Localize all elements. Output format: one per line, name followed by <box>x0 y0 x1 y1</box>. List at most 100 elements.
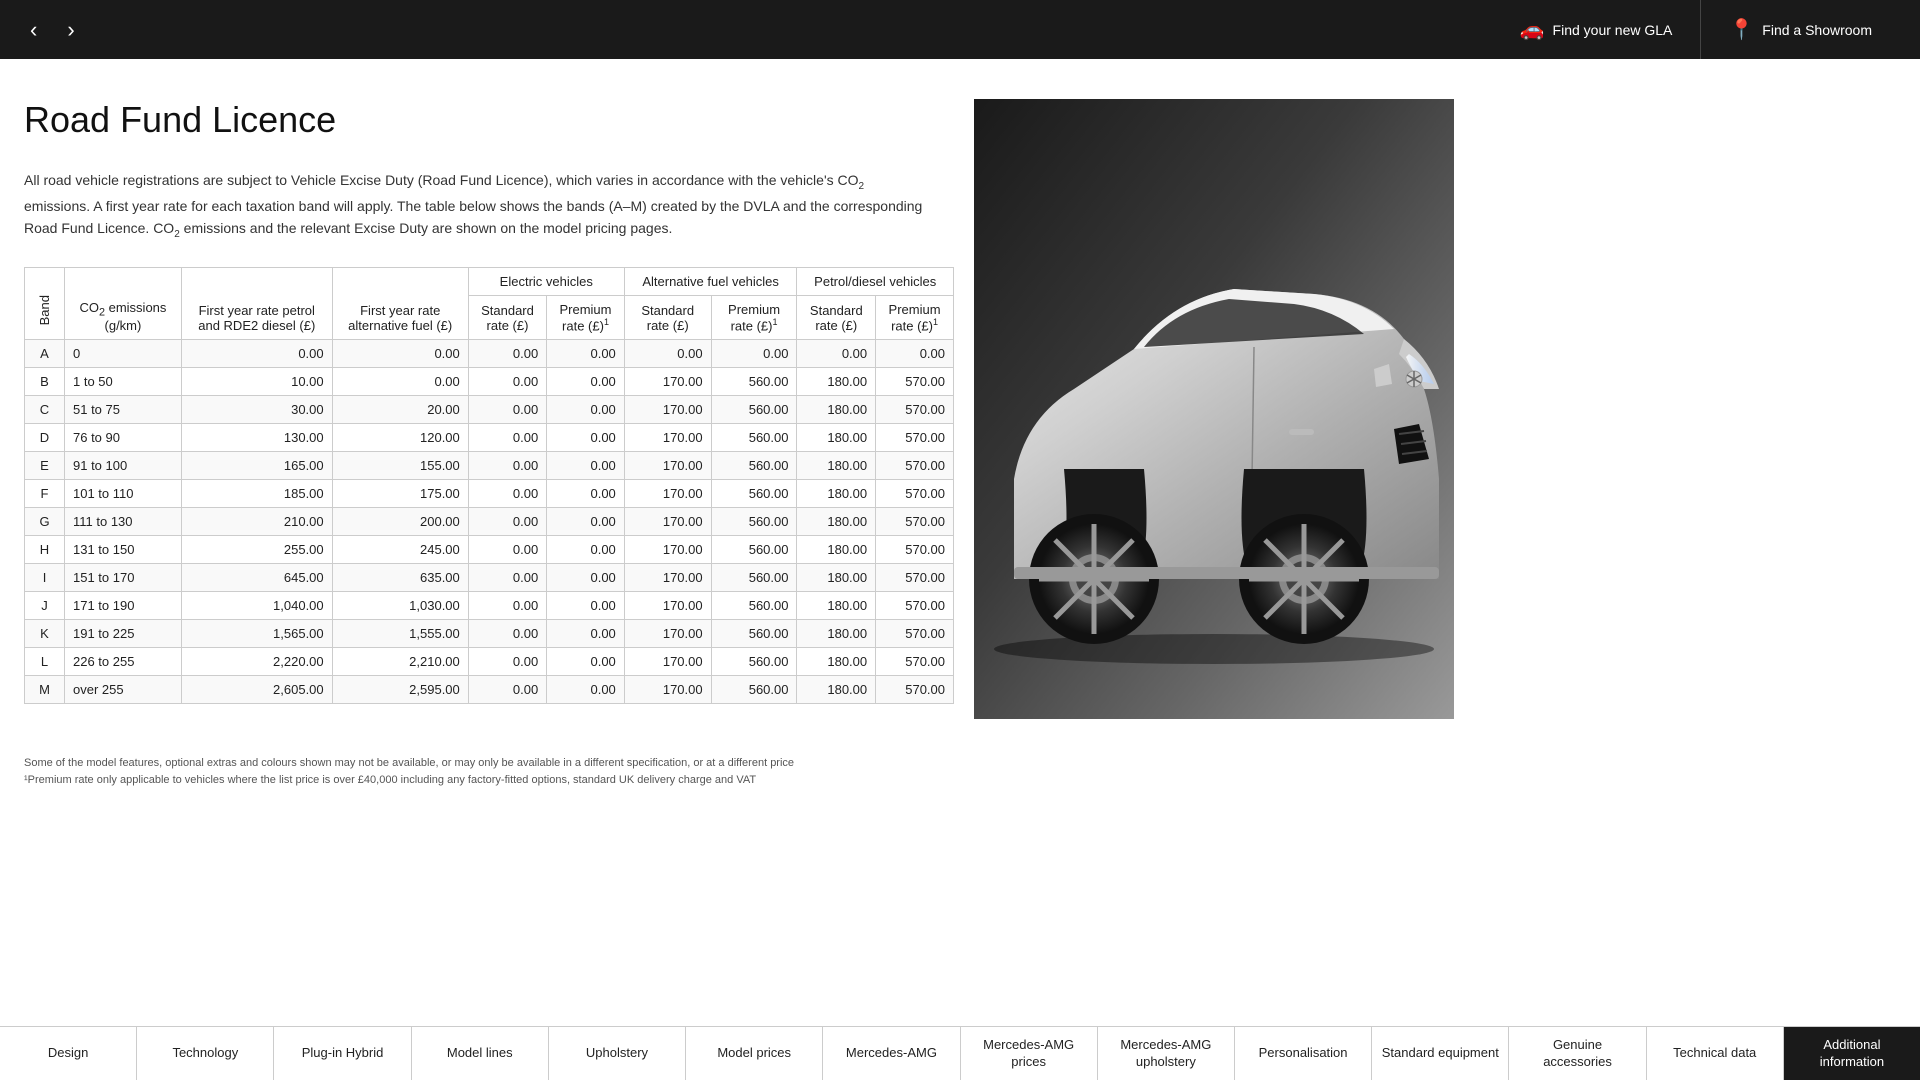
table-row: G 111 to 130 210.00 200.00 0.00 0.00 170… <box>25 508 954 536</box>
cell-band: D <box>25 424 65 452</box>
cell-ev-prem: 0.00 <box>547 620 625 648</box>
cell-af-std: 170.00 <box>624 480 711 508</box>
table-row: F 101 to 110 185.00 175.00 0.00 0.00 170… <box>25 480 954 508</box>
nav-upholstery[interactable]: Upholstery <box>549 1027 686 1080</box>
cell-pd-std: 180.00 <box>797 676 876 704</box>
cell-pd-std: 0.00 <box>797 340 876 368</box>
page-title: Road Fund Licence <box>24 99 954 141</box>
find-showroom-label: Find a Showroom <box>1762 22 1872 38</box>
cell-ev-prem: 0.00 <box>547 452 625 480</box>
cell-ev-std: 0.00 <box>468 480 546 508</box>
nav-mercedes-amg-prices[interactable]: Mercedes-AMG prices <box>961 1027 1098 1080</box>
cell-alt: 245.00 <box>332 536 468 564</box>
cell-co2: 51 to 75 <box>65 396 182 424</box>
find-new-gla-button[interactable]: 🚗 Find your new GLA <box>1492 0 1701 59</box>
nav-personalisation[interactable]: Personalisation <box>1235 1027 1372 1080</box>
cell-pd-std: 180.00 <box>797 620 876 648</box>
group-alt: Alternative fuel vehicles <box>624 267 797 295</box>
cell-petrol: 210.00 <box>181 508 332 536</box>
cell-pd-prem: 570.00 <box>876 396 954 424</box>
nav-mercedes-amg-upholstery[interactable]: Mercedes-AMG upholstery <box>1098 1027 1235 1080</box>
cell-pd-std: 180.00 <box>797 452 876 480</box>
nav-technical-data[interactable]: Technical data <box>1647 1027 1784 1080</box>
cell-af-std: 170.00 <box>624 396 711 424</box>
cell-pd-std: 180.00 <box>797 508 876 536</box>
cell-af-std: 170.00 <box>624 368 711 396</box>
cell-pd-prem: 570.00 <box>876 480 954 508</box>
cell-pd-prem: 570.00 <box>876 424 954 452</box>
cell-ev-std: 0.00 <box>468 452 546 480</box>
cell-ev-prem: 0.00 <box>547 480 625 508</box>
cell-ev-std: 0.00 <box>468 564 546 592</box>
cell-co2: 191 to 225 <box>65 620 182 648</box>
cell-alt: 200.00 <box>332 508 468 536</box>
car-image <box>974 99 1454 719</box>
cell-ev-std: 0.00 <box>468 648 546 676</box>
cell-af-std: 170.00 <box>624 648 711 676</box>
nav-mercedes-amg[interactable]: Mercedes-AMG <box>823 1027 960 1080</box>
intro-text: All road vehicle registrations are subje… <box>24 169 924 243</box>
nav-standard-equipment[interactable]: Standard equipment <box>1372 1027 1509 1080</box>
nav-genuine-accessories[interactable]: Genuine accessories <box>1509 1027 1646 1080</box>
cell-alt: 155.00 <box>332 452 468 480</box>
nav-model-lines[interactable]: Model lines <box>412 1027 549 1080</box>
cell-pd-std: 180.00 <box>797 648 876 676</box>
next-button[interactable]: › <box>57 11 84 49</box>
nav-technology[interactable]: Technology <box>137 1027 274 1080</box>
cell-pd-std: 180.00 <box>797 424 876 452</box>
cell-ev-prem: 0.00 <box>547 564 625 592</box>
table-row: B 1 to 50 10.00 0.00 0.00 0.00 170.00 56… <box>25 368 954 396</box>
cell-ev-prem: 0.00 <box>547 648 625 676</box>
cell-ev-prem: 0.00 <box>547 536 625 564</box>
cell-af-std: 170.00 <box>624 592 711 620</box>
cell-petrol: 1,040.00 <box>181 592 332 620</box>
nav-plugin-hybrid[interactable]: Plug-in Hybrid <box>274 1027 411 1080</box>
nav-model-prices[interactable]: Model prices <box>686 1027 823 1080</box>
cell-af-prem: 560.00 <box>711 620 797 648</box>
cell-af-prem: 560.00 <box>711 508 797 536</box>
content-left: Road Fund Licence All road vehicle regis… <box>24 99 974 719</box>
road-fund-table: Band CO2 emissions(g/km) First year rate… <box>24 267 954 704</box>
cell-co2: 151 to 170 <box>65 564 182 592</box>
cell-petrol: 1,565.00 <box>181 620 332 648</box>
cell-alt: 635.00 <box>332 564 468 592</box>
ev-standard-header: Standardrate (£) <box>468 295 546 339</box>
cell-co2: 0 <box>65 340 182 368</box>
cell-alt: 2,210.00 <box>332 648 468 676</box>
cell-petrol: 0.00 <box>181 340 332 368</box>
cell-petrol: 165.00 <box>181 452 332 480</box>
cell-petrol: 30.00 <box>181 396 332 424</box>
cell-co2: 171 to 190 <box>65 592 182 620</box>
cell-co2: over 255 <box>65 676 182 704</box>
cell-pd-prem: 570.00 <box>876 592 954 620</box>
nav-design[interactable]: Design <box>0 1027 137 1080</box>
cell-petrol: 255.00 <box>181 536 332 564</box>
cell-band: B <box>25 368 65 396</box>
table-row: K 191 to 225 1,565.00 1,555.00 0.00 0.00… <box>25 620 954 648</box>
cell-pd-prem: 570.00 <box>876 368 954 396</box>
footer-notes: Some of the model features, optional ext… <box>0 739 1920 804</box>
cell-ev-prem: 0.00 <box>547 508 625 536</box>
cell-pd-prem: 570.00 <box>876 620 954 648</box>
cell-pd-std: 180.00 <box>797 480 876 508</box>
cell-ev-std: 0.00 <box>468 340 546 368</box>
cell-af-prem: 560.00 <box>711 480 797 508</box>
cell-band: H <box>25 536 65 564</box>
cell-alt: 0.00 <box>332 340 468 368</box>
table-row: L 226 to 255 2,220.00 2,210.00 0.00 0.00… <box>25 648 954 676</box>
cell-ev-prem: 0.00 <box>547 592 625 620</box>
header: ‹ › 🚗 Find your new GLA 📍 Find a Showroo… <box>0 0 1920 59</box>
cell-band: K <box>25 620 65 648</box>
cell-af-std: 170.00 <box>624 620 711 648</box>
cell-af-std: 0.00 <box>624 340 711 368</box>
table-row: C 51 to 75 30.00 20.00 0.00 0.00 170.00 … <box>25 396 954 424</box>
cell-band: A <box>25 340 65 368</box>
cell-af-std: 170.00 <box>624 564 711 592</box>
location-icon: 📍 <box>1729 17 1754 42</box>
find-showroom-button[interactable]: 📍 Find a Showroom <box>1700 0 1900 59</box>
cell-pd-std: 180.00 <box>797 592 876 620</box>
cell-petrol: 645.00 <box>181 564 332 592</box>
prev-button[interactable]: ‹ <box>20 11 47 49</box>
cell-af-prem: 560.00 <box>711 676 797 704</box>
nav-additional-info[interactable]: Additional information <box>1784 1027 1920 1080</box>
